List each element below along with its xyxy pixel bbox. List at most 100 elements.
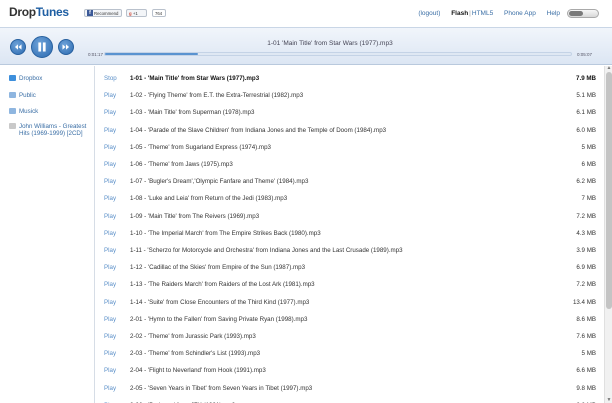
scrollbar-thumb[interactable] [606, 72, 612, 309]
play-button[interactable]: Play [104, 299, 116, 306]
sidebar-item-public[interactable]: Public [9, 92, 89, 99]
track-title: 1-04 - 'Parade of the Slave Children' fr… [130, 126, 387, 134]
track-row[interactable]: Play 1-14 - 'Suite' from Close Encounters… [96, 291, 596, 309]
scroll-down-icon[interactable]: ▼ [606, 398, 612, 403]
track-title: 2-05 - 'Seven Years in Tibet' from Seven… [130, 384, 313, 392]
play-button[interactable]: Play [104, 281, 116, 288]
list-scrollbar[interactable]: ▲ ▼ [604, 66, 612, 403]
play-button[interactable]: Play [104, 127, 116, 134]
play-button[interactable]: Play [104, 92, 116, 99]
track-row[interactable]: Play 2-05 - 'Seven Years in Tibet' from S… [96, 377, 596, 395]
folder-icon [9, 123, 16, 129]
play-button[interactable]: Play [104, 247, 116, 254]
previous-track-button[interactable] [10, 39, 26, 55]
facebook-icon: f [87, 10, 93, 16]
mode-toggle-switch[interactable] [567, 9, 599, 18]
track-size: 6.2 MB [576, 178, 596, 186]
track-size: 13.4 MB [572, 298, 596, 306]
google-plus-count: 764 [152, 9, 166, 17]
track-size: 7.9 MB [576, 75, 596, 82]
logo-text-drop: Drop [9, 5, 36, 19]
track-title: 1-09 - 'Main Title' from The Reivers (19… [130, 212, 260, 220]
facebook-recommend-label: Recommend [94, 11, 119, 16]
play-button[interactable]: Play [104, 333, 116, 340]
dropkick-logo[interactable]: DropTunes [9, 5, 69, 19]
play-button[interactable]: Play [104, 144, 116, 151]
scroll-up-icon[interactable]: ▲ [606, 66, 612, 71]
track-row[interactable]: Play 1-02 - 'Flying Theme' from E.T. the … [96, 84, 596, 102]
track-row[interactable]: Stop 1-01 - 'Main Title' from Star Wars (… [96, 67, 596, 85]
track-title: 1-06 - 'Theme' from Jaws (1975).mp3 [130, 161, 233, 168]
track-row[interactable]: Play 1-03 - 'Main Title' from Superman (1… [96, 101, 596, 119]
track-row[interactable]: Play 1-12 - 'Cadillac of the Skies' from … [96, 256, 596, 274]
track-title: 1-12 - 'Cadillac of the Skies' from Empi… [130, 264, 306, 272]
play-button[interactable]: Play [104, 367, 116, 374]
track-title: 1-13 - 'The Raiders March' from Raiders … [130, 281, 315, 289]
track-row[interactable]: Play 2-01 - 'Hymn to the Fallen' from Sav… [96, 308, 596, 326]
play-button[interactable]: Play [104, 230, 116, 237]
track-title: 2-02 - 'Theme' from Jurassic Park (1993)… [130, 333, 256, 340]
play-button[interactable]: Play [104, 195, 116, 202]
track-row[interactable]: Play 2-03 - 'Theme' from Schindler's List… [96, 342, 596, 360]
track-row[interactable]: Play 1-07 - 'Bugler's Dream','Olympic Fan… [96, 170, 596, 188]
track-title: 1-03 - 'Main Title' from Superman (1978)… [130, 109, 255, 117]
track-row[interactable]: Play 1-11 - 'Scherzo for Motorcycle and O… [96, 239, 596, 257]
track-size: 7.6 MB [576, 333, 596, 340]
play-button[interactable]: Play [104, 350, 116, 357]
track-title: 1-08 - 'Luke and Leia' from Return of th… [130, 195, 288, 203]
play-button[interactable]: Play [104, 161, 116, 168]
track-row[interactable]: Play 1-13 - 'The Raiders March' from Raid… [96, 273, 596, 291]
rewind-icon [14, 44, 22, 50]
track-size: 6.6 MB [576, 367, 596, 375]
play-button[interactable]: Play [104, 109, 116, 116]
help-link[interactable]: Help [547, 10, 560, 17]
track-size: 5 MB [581, 143, 596, 151]
track-row[interactable]: Play2-06 - 'Prologue' from JFK (1991).mp… [96, 394, 596, 403]
track-row[interactable]: Play 2-04 - 'Flight to Neverland' from Ho… [96, 359, 596, 377]
progress-bar[interactable] [104, 52, 572, 56]
player-bar: 1-01 'Main Title' from Star Wars (1977).… [0, 27, 612, 65]
track-row[interactable]: Play 1-09 - 'Main Title' from The Reivers… [96, 205, 596, 223]
track-title: 1-10 - 'The Imperial March' from The Emp… [130, 229, 321, 237]
track-size: 6.9 MB [576, 264, 596, 272]
track-title: 1-11 - 'Scherzo for Motorcycle and Orche… [130, 247, 403, 254]
track-size: 7.2 MB [576, 212, 596, 220]
remaining-time: 0:05:07 [576, 52, 592, 57]
stop-button[interactable]: Stop [104, 75, 117, 82]
play-button[interactable]: Play [104, 264, 116, 271]
flash-mode-link[interactable]: Flash [451, 10, 468, 17]
pause-button[interactable] [31, 36, 53, 58]
phone-app-link[interactable]: Phone App [504, 10, 536, 17]
top-links: (logout) Flash|HTML5 Phone App Help [409, 10, 560, 17]
track-size: 6.0 MB [576, 126, 596, 134]
play-button[interactable]: Play [104, 213, 116, 220]
track-row[interactable]: Play 1-08 - 'Luke and Leia' from Return o… [96, 187, 596, 205]
folder-sidebar: Dropbox Public Musick John Williams - Gr… [0, 66, 95, 403]
facebook-recommend-button[interactable]: f Recommend [84, 9, 122, 17]
play-button[interactable]: Play [104, 178, 116, 185]
track-row[interactable]: Play 1-06 - 'Theme' from Jaws (1975).mp3 6… [96, 153, 596, 171]
track-title: 2-01 - 'Hymn to the Fallen' from Saving … [130, 315, 308, 323]
next-track-button[interactable] [58, 39, 74, 55]
track-size: 3.9 MB [576, 247, 596, 254]
track-row[interactable]: Play 1-04 - 'Parade of the Slave Children… [96, 119, 596, 137]
play-button[interactable]: Play [104, 316, 116, 323]
track-row[interactable]: Play 2-02 - 'Theme' from Jurassic Park (1… [96, 325, 596, 343]
google-plus-button[interactable]: g +1 [126, 9, 147, 17]
folder-icon [9, 108, 16, 114]
track-row[interactable]: Play 1-10 - 'The Imperial March' from The… [96, 222, 596, 240]
sidebar-item-musick[interactable]: Musick [9, 108, 89, 115]
html5-mode-link[interactable]: HTML5 [472, 10, 493, 17]
track-title: 2-04 - 'Flight to Neverland' from Hook (… [130, 367, 266, 375]
track-size: 5 MB [581, 350, 596, 358]
fast-forward-icon [62, 44, 70, 50]
track-title: 1-01 - 'Main Title' from Star Wars (1977… [130, 75, 260, 82]
track-size: 5.1 MB [576, 92, 596, 100]
track-title: 1-07 - 'Bugler's Dream','Olympic Fanfare… [130, 178, 309, 186]
sidebar-item-john-williams[interactable]: John Williams - Greatest Hits (1969-1999… [9, 123, 89, 137]
play-button[interactable]: Play [104, 385, 116, 392]
logout-link[interactable]: (logout) [418, 10, 440, 17]
sidebar-item-dropbox[interactable]: Dropbox [9, 75, 89, 82]
track-title: 2-03 - 'Theme' from Schindler's List (19… [130, 350, 261, 358]
track-row[interactable]: Play 1-05 - 'Theme' from Sugarland Expres… [96, 136, 596, 154]
